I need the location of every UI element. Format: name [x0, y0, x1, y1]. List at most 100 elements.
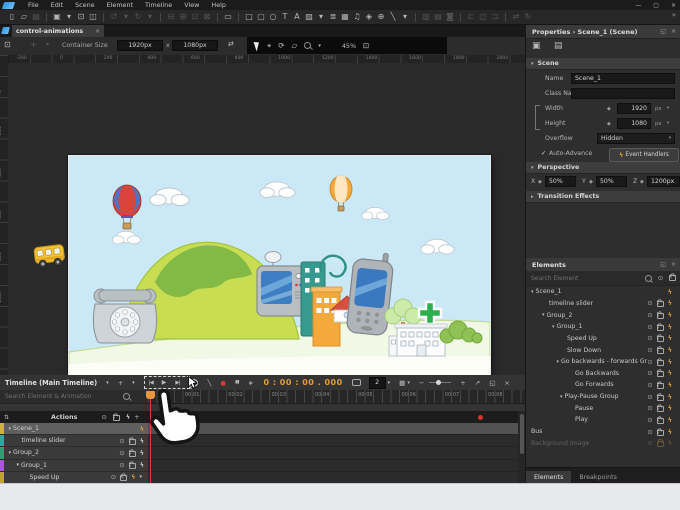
export-icon[interactable]: ▣	[51, 10, 63, 24]
stage[interactable]: PauseSpeed upSlow downGo backwards	[68, 155, 491, 375]
scrollbar-thumb[interactable]	[520, 414, 524, 454]
element-tree-item[interactable]: Go Forwards⊙ϟ	[526, 379, 675, 391]
export-chevron-icon[interactable]: ▾	[63, 10, 75, 24]
y-keyframe-icon[interactable]: ◆	[589, 179, 593, 185]
pan-tool-icon[interactable]: ⌖	[267, 41, 271, 51]
name-input[interactable]	[571, 73, 675, 84]
search-icon[interactable]	[645, 275, 652, 282]
toolbar-overflow-icon[interactable]: »	[672, 11, 676, 19]
lock-icon[interactable]	[657, 430, 664, 436]
group-icon[interactable]: ▥	[420, 10, 432, 24]
eye-icon[interactable]: ⊙	[119, 450, 124, 456]
eye-icon[interactable]: ⊙	[647, 370, 652, 376]
element-tree-item[interactable]: ▾Play-Pause Group⊙ϟ	[526, 391, 675, 403]
zoom-slider-handle[interactable]	[436, 380, 441, 385]
element-tree-item[interactable]: Speed Up⊙ϟ	[526, 333, 675, 345]
element-tree-item[interactable]: Play⊙ϟ	[526, 414, 675, 426]
pen-chevron-icon[interactable]: ▾	[399, 10, 411, 24]
lock-icon[interactable]	[657, 313, 664, 319]
animation-icon[interactable]: ϟ	[140, 450, 144, 456]
eye-icon[interactable]: ⊙	[647, 324, 652, 330]
element-tree-item[interactable]: ▾Group_2⊙ϟ	[526, 309, 675, 321]
timeline-title[interactable]: Timeline (Main Timeline)	[5, 379, 97, 387]
div-icon[interactable]: ≣	[327, 10, 339, 24]
rotary-phone[interactable]	[93, 289, 156, 343]
auto-keyframe-icon[interactable]: ∗	[248, 379, 253, 387]
perspective-section-header[interactable]: ▾ Perspective	[526, 162, 680, 174]
eye-icon[interactable]: ⊙	[647, 312, 652, 318]
eye-icon[interactable]: ⊙	[647, 300, 652, 306]
pen-icon[interactable]: ╲	[387, 10, 399, 24]
width-unit-chevron-icon[interactable]: ▾	[667, 106, 669, 111]
align-right-icon[interactable]: ⊐	[489, 10, 501, 24]
lock-icon[interactable]	[657, 301, 664, 307]
expand-arrow-icon[interactable]: ▾	[542, 312, 545, 318]
rectangle-icon[interactable]: □	[243, 10, 255, 24]
add-scene-icon[interactable]: +	[30, 40, 37, 49]
timeline-track[interactable]	[148, 472, 518, 483]
tab-close-icon[interactable]: ×	[95, 28, 100, 35]
animation-icon[interactable]: ϟ	[668, 405, 672, 411]
canvas-area[interactable]: PauseSpeed upSlow downGo backwards Congr…	[8, 63, 525, 375]
menu-view[interactable]: View	[178, 0, 205, 10]
new-file-icon[interactable]: ▯	[6, 10, 18, 24]
expand-arrow-icon[interactable]: ▾	[9, 450, 12, 456]
animation-icon[interactable]: ϟ	[140, 438, 144, 444]
animation-icon[interactable]: ϟ	[131, 474, 135, 480]
timeline-row[interactable]: timeline slider⊙ϟ	[0, 435, 518, 447]
elements-search-input[interactable]	[531, 275, 643, 282]
lock-icon[interactable]	[657, 371, 664, 377]
button-element-icon[interactable]: ▭	[222, 10, 234, 24]
lock-icon[interactable]	[657, 325, 664, 331]
expand-arrow-icon[interactable]: ▾	[552, 324, 555, 330]
grid-icon[interactable]: ▦	[399, 379, 405, 387]
lock-column-icon[interactable]	[113, 415, 120, 421]
container-height-input[interactable]	[172, 40, 218, 51]
eye-column-icon[interactable]: ⊙	[101, 414, 106, 420]
scale-tool-icon[interactable]: ▱	[292, 41, 298, 50]
animation-icon[interactable]: ϟ	[140, 462, 144, 468]
expand-arrow-icon[interactable]: ▾	[531, 289, 534, 295]
zoom-in-icon[interactable]: +	[460, 379, 465, 387]
eye-icon[interactable]: ⊙	[119, 462, 124, 468]
zoom-chevron-icon[interactable]: ▾	[318, 43, 321, 49]
zoom-out-icon[interactable]: −	[419, 379, 424, 387]
timeline-ruler[interactable]: 00:0100:0200:0300:0400:0500:0600:0700:08	[148, 390, 525, 404]
flash-column-icon[interactable]: ϟ	[126, 414, 130, 420]
fit-stage-icon[interactable]: ⊡	[363, 41, 369, 50]
menu-edit[interactable]: Edit	[45, 0, 69, 10]
lock-icon[interactable]	[129, 463, 136, 469]
embed-icon[interactable]: ⊕	[375, 10, 387, 24]
rotate-tool-icon[interactable]: ⟳	[278, 41, 284, 50]
edit-scene-icon[interactable]: ⊡	[4, 40, 11, 49]
timeline-row[interactable]: ▾Scene_1ϟ	[0, 423, 518, 435]
rotate-icon[interactable]: ↻	[522, 10, 534, 24]
edit-keyframe-icon[interactable]: ╲	[207, 379, 211, 387]
timeline-track[interactable]	[148, 447, 518, 459]
eye-icon[interactable]: ⊙	[647, 359, 652, 365]
animation-icon[interactable]: ϟ	[668, 289, 672, 295]
image-icon[interactable]: ▨	[303, 10, 315, 24]
menu-help[interactable]: Help	[205, 0, 232, 10]
document-properties-tab-icon[interactable]: ▤	[554, 41, 563, 51]
scene-section-header[interactable]: ▾ Scene	[526, 58, 680, 70]
animation-icon[interactable]: ϟ	[668, 440, 672, 446]
align-center-icon[interactable]: ◫	[477, 10, 489, 24]
expand-arrow-icon[interactable]: ▾	[17, 462, 20, 468]
element-tree-item[interactable]: ▾Group_1⊙ϟ	[526, 321, 675, 333]
timeline-row[interactable]: ▾Group_1⊙ϟ	[0, 460, 518, 472]
lock-icon[interactable]	[129, 451, 136, 457]
paste-icon[interactable]: ⊡	[189, 10, 201, 24]
lock-icon[interactable]	[657, 383, 664, 389]
animation-icon[interactable]: ϟ	[668, 417, 672, 423]
height-keyframe-icon[interactable]: ◆	[607, 121, 611, 127]
timeline-row[interactable]: ▾Group_2⊙ϟ	[0, 447, 518, 459]
grid-chevron-icon[interactable]: ▾	[407, 380, 410, 386]
add-scene-chevron-icon[interactable]: ▾	[46, 41, 49, 48]
height-unit-chevron-icon[interactable]: ▾	[667, 121, 669, 126]
document-tab[interactable]: control-animations ×	[12, 25, 104, 37]
add-column-icon[interactable]: +	[134, 413, 139, 421]
scale-chevron-icon[interactable]: ▾	[388, 380, 391, 386]
element-tree-item[interactable]: Pause⊙ϟ	[526, 402, 675, 414]
perspective-y-input[interactable]	[596, 176, 627, 187]
